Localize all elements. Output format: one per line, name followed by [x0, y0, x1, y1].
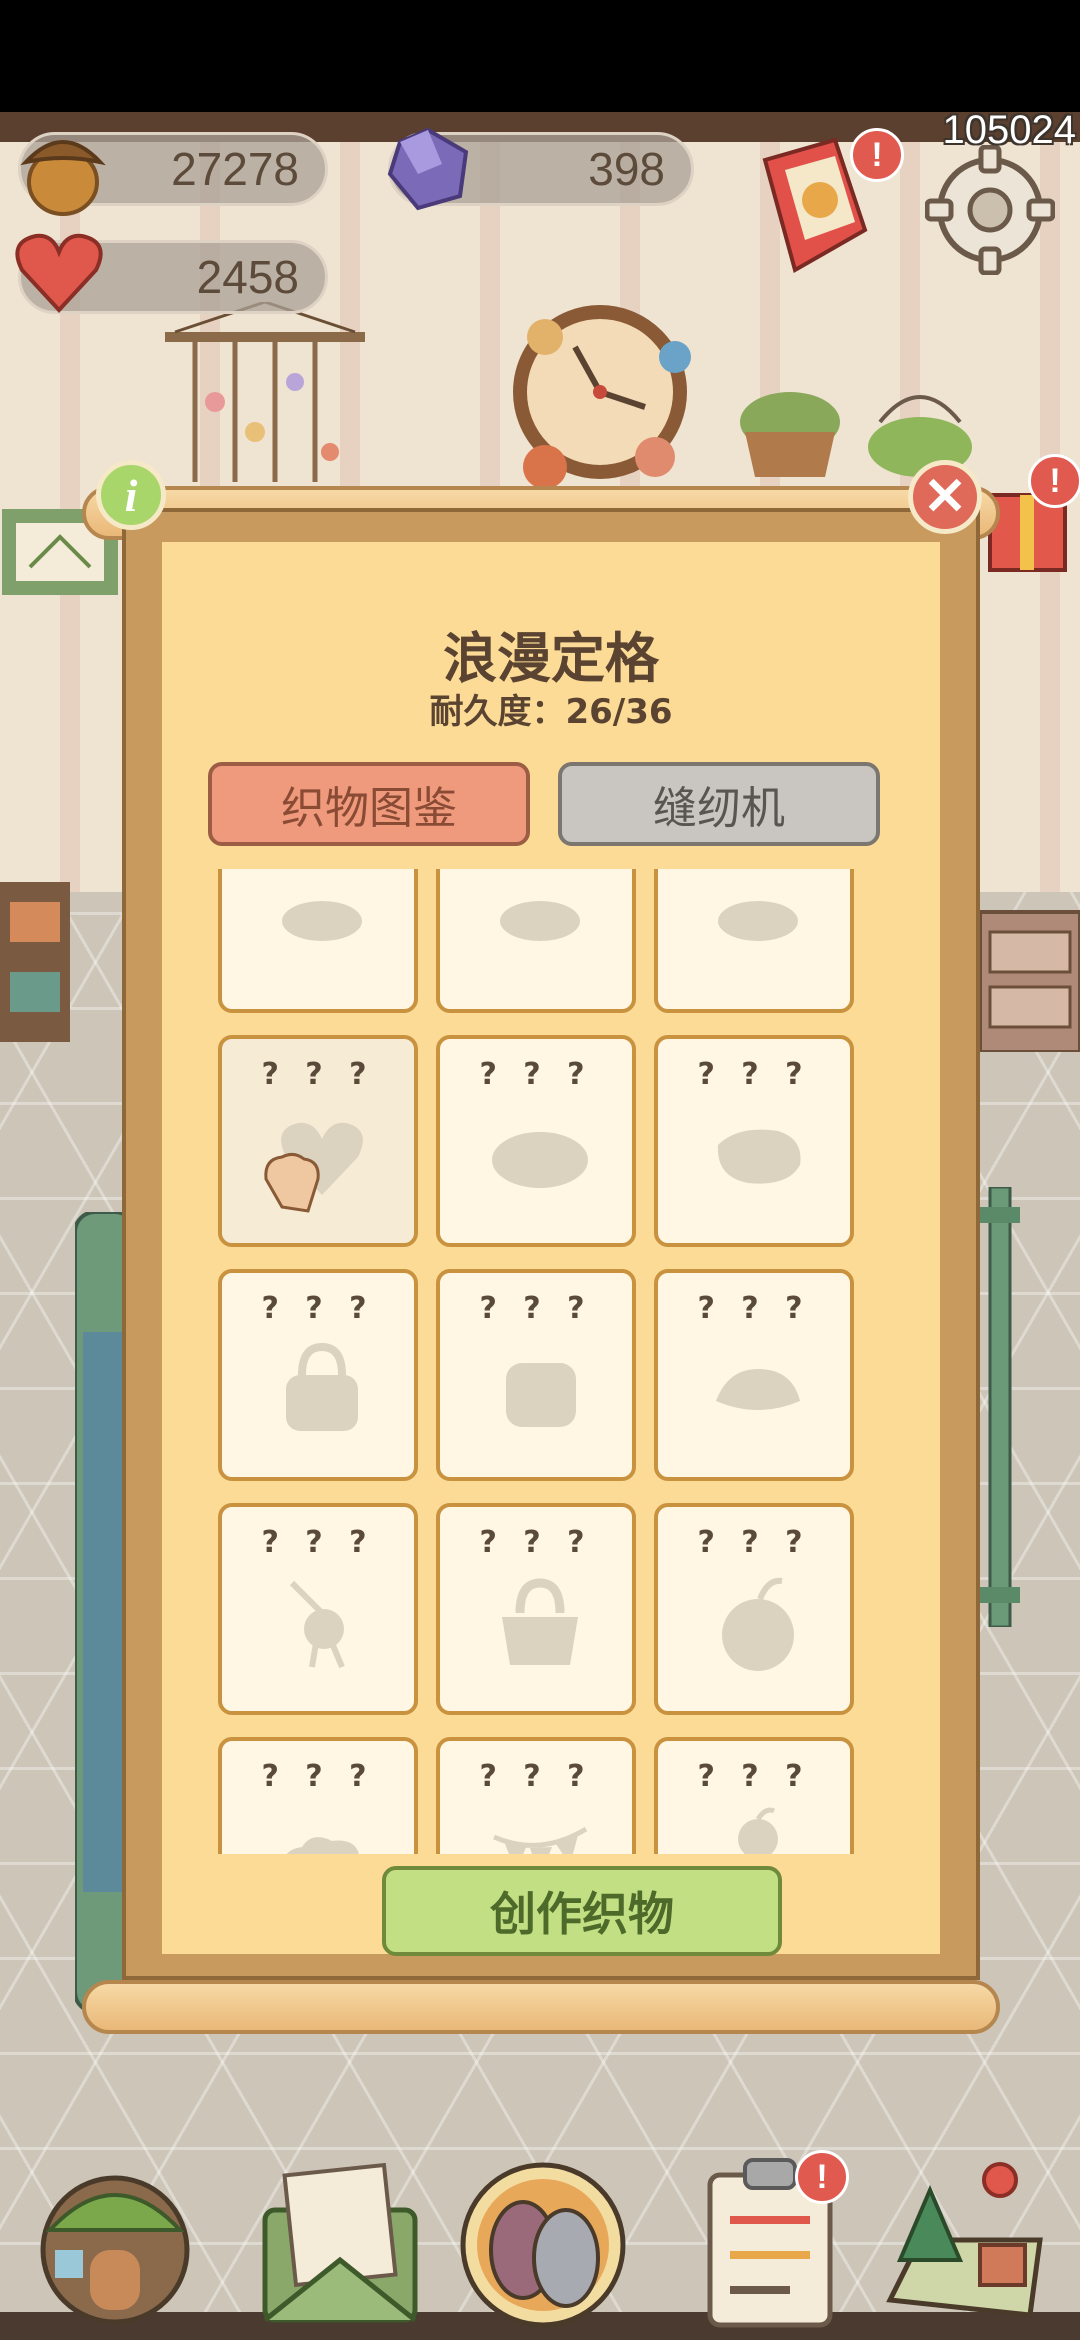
fabric-card[interactable]: ? ? ?	[436, 1503, 636, 1715]
fabric-card-label: ? ? ?	[479, 1759, 593, 1794]
cushion-icon	[717, 1129, 801, 1184]
plant-basket-decoration	[740, 392, 840, 477]
fabric-card[interactable]	[218, 869, 418, 1013]
fabric-card-label: ? ? ?	[479, 1525, 593, 1560]
tab-sewing-machine[interactable]: 缝纫机	[558, 762, 880, 846]
fabric-card-label: ? ? ?	[261, 1525, 375, 1560]
fabric-card[interactable]: ? ? ?	[654, 1035, 854, 1247]
map-nav-icon[interactable]	[880, 2150, 1050, 2330]
fabric-grid-viewport[interactable]: ? ? ? ? ? ? ? ? ? ? ? ? ? ? ? ? ? ? ? ? ? ? ? ?…	[218, 869, 868, 1854]
fabric-grid: ? ? ? ? ? ? ? ? ? ? ? ? ? ? ? ? ? ? ? ? ? ? ? ?…	[218, 869, 854, 1854]
fabric-card[interactable]	[436, 869, 636, 1013]
info-button[interactable]: i	[96, 460, 166, 530]
pointer-hand-icon	[264, 1152, 320, 1213]
fabric-card[interactable]: ? ? ?	[654, 1269, 854, 1481]
settings-gear-icon[interactable]	[925, 145, 1055, 275]
create-fabric-button[interactable]: 创作织物	[382, 1866, 782, 1956]
purse-icon	[502, 1578, 578, 1665]
side-alert-badge: !	[1028, 454, 1080, 508]
bunting-icon	[493, 1826, 588, 1854]
panel-title: 浪漫定格	[443, 627, 659, 690]
close-button[interactable]: ✕	[908, 460, 982, 534]
fabric-card-label: ? ? ?	[697, 1759, 811, 1794]
fabric-card[interactable]: ? ? ?	[436, 1269, 636, 1481]
fabric-card[interactable]: ? ? ?	[218, 1503, 418, 1715]
acorn-icon	[20, 140, 106, 216]
friends-nav-icon[interactable]	[458, 2150, 628, 2330]
tab-fabric-catalog[interactable]: 织物图鉴	[208, 762, 530, 846]
fabric-card-label: ? ? ?	[261, 1057, 375, 1092]
panel-content: 浪漫定格 耐久度：26/36 织物图鉴 缝纫机 ? ? ? ? ? ? ? ? ??…	[162, 542, 940, 1956]
tasks-alert-badge: !	[795, 2150, 849, 2204]
fabric-panel: 浪漫定格 耐久度：26/36 织物图鉴 缝纫机 ? ? ? ? ? ? ? ? ??…	[122, 508, 980, 1980]
fabric-card[interactable]: ? ? ?	[218, 1737, 418, 1854]
partial-icon	[282, 901, 362, 941]
durability-text: 耐久度：26/36	[429, 692, 673, 732]
info-icon: i	[124, 469, 138, 521]
status-bar	[0, 0, 1080, 112]
fabric-card[interactable]: ? ? ?	[654, 1503, 854, 1715]
fruit-icon	[722, 1577, 794, 1671]
wind-chime-decoration	[165, 302, 365, 482]
wind-chime-icon	[289, 1580, 345, 1669]
fabric-card[interactable]: ? ? ?	[654, 1737, 854, 1854]
hat-icon	[716, 1369, 800, 1410]
pillow-icon	[506, 1363, 576, 1427]
home-nav-icon[interactable]	[30, 2150, 200, 2330]
close-icon: ✕	[923, 468, 967, 526]
mail-nav-icon[interactable]	[255, 2150, 425, 2330]
fabric-card-label: ? ? ?	[479, 1291, 593, 1326]
gem-count: 398	[588, 143, 665, 195]
heart-count: 2458	[196, 251, 299, 303]
doll-icon	[738, 1807, 778, 1854]
cabinet-decoration	[980, 910, 1080, 1052]
fabric-card-label: ? ? ?	[479, 1057, 593, 1092]
fabric-card[interactable]: ? ? ?	[436, 1737, 636, 1854]
fabric-card[interactable]	[654, 869, 854, 1013]
heart-icon	[15, 233, 103, 313]
fabric-card-label: ? ? ?	[697, 1291, 811, 1326]
fabric-card-label: ? ? ?	[261, 1759, 375, 1794]
bookshelf-decoration	[0, 882, 70, 1042]
acorn-count: 27278	[171, 143, 299, 195]
gem-icon	[387, 127, 469, 211]
fabric-card-label: ? ? ?	[261, 1291, 375, 1326]
scroll-bottom-rod	[82, 1980, 1000, 2034]
fabric-card[interactable]: ? ? ?	[218, 1269, 418, 1481]
oval-rug-icon	[492, 1132, 588, 1188]
player-id: 105024	[942, 108, 1076, 152]
gift-alert-badge: !	[850, 128, 904, 182]
cloud-cushion-icon	[286, 1837, 359, 1854]
clock-decoration	[513, 305, 691, 487]
partial-icon	[500, 901, 580, 941]
fabric-card-label: ? ? ?	[697, 1525, 811, 1560]
fabric-card[interactable]: ? ? ?	[436, 1035, 636, 1247]
handbag-icon	[286, 1342, 358, 1431]
fabric-card[interactable]: ? ? ?	[218, 1035, 418, 1247]
pipe-decoration	[980, 1187, 1020, 1627]
fabric-card-label: ? ? ?	[697, 1057, 811, 1092]
partial-icon	[718, 901, 798, 941]
